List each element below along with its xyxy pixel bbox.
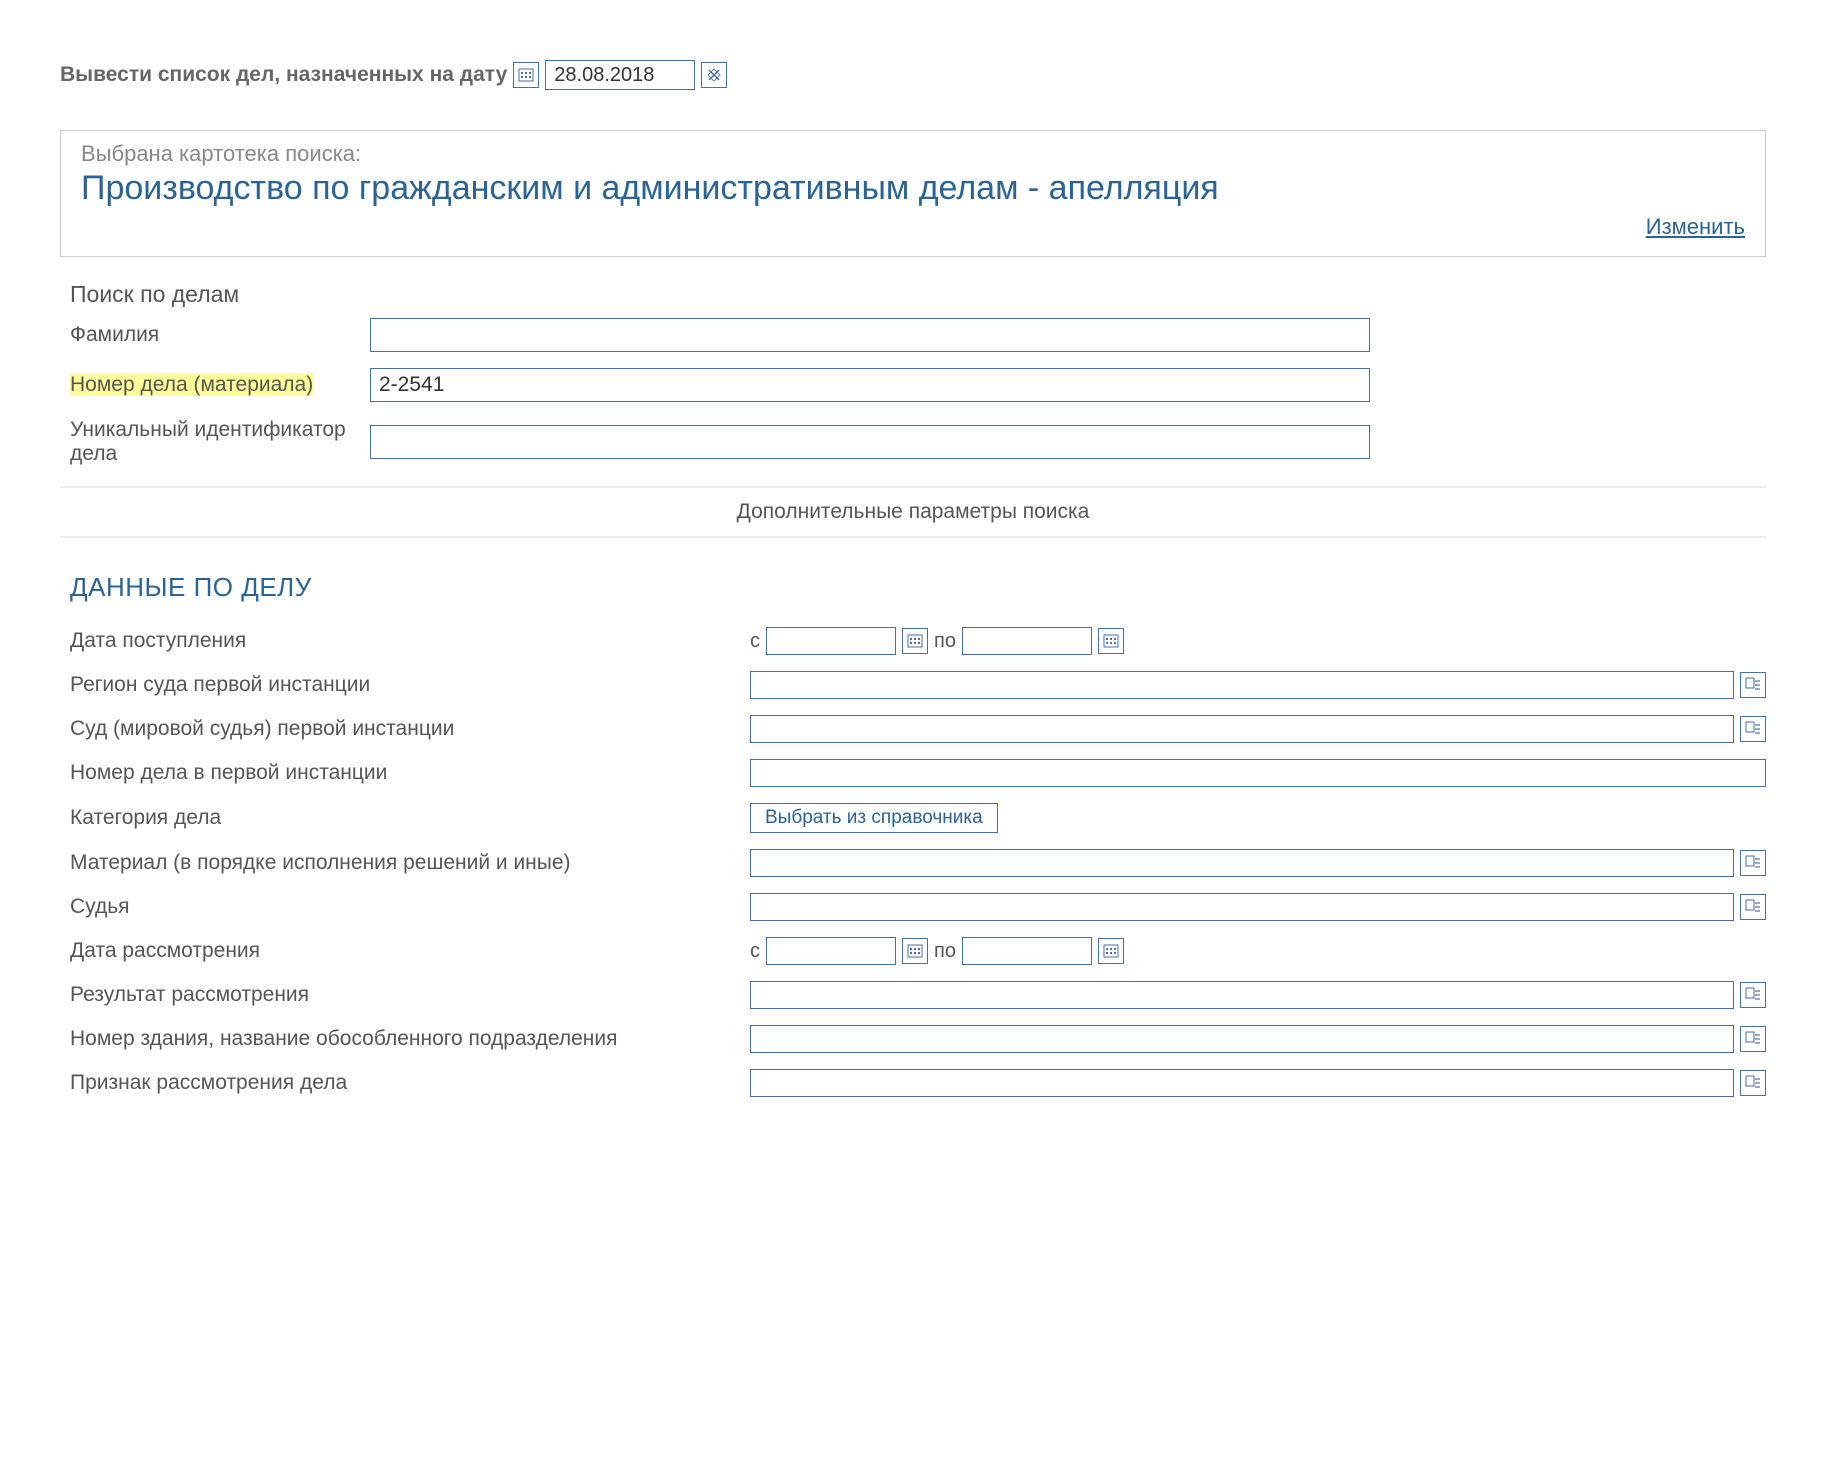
clear-date-icon[interactable]	[701, 62, 727, 88]
uid-label: Уникальный идентификатор дела	[70, 418, 370, 466]
list-date-input[interactable]	[545, 60, 695, 90]
judge-input[interactable]	[750, 893, 1734, 921]
first-instance-no-input[interactable]	[750, 759, 1766, 787]
judge-label: Судья	[70, 895, 750, 919]
hearing-flag-input[interactable]	[750, 1069, 1734, 1097]
result-label: Результат рассмотрения	[70, 983, 750, 1007]
card-title: Производство по гражданским и администра…	[81, 169, 1745, 208]
hearing-date-from-input[interactable]	[766, 937, 896, 965]
lookup-icon[interactable]	[1740, 982, 1766, 1008]
lookup-icon[interactable]	[1740, 894, 1766, 920]
region-label: Регион суда первой инстанции	[70, 673, 750, 697]
case-data-heading: ДАННЫЕ ПО ДЕЛУ	[60, 572, 1766, 603]
arrival-date-to-input[interactable]	[962, 627, 1092, 655]
extra-params-toggle[interactable]: Дополнительные параметры поиска	[60, 486, 1766, 538]
building-label: Номер здания, название обособленного под…	[70, 1027, 750, 1051]
court-label: Суд (мировой судья) первой инстанции	[70, 717, 750, 741]
lookup-icon[interactable]	[1740, 1070, 1766, 1096]
selected-card-index: Выбрана картотека поиска: Производство п…	[60, 130, 1766, 257]
case-number-label: Номер дела (материала)	[70, 373, 370, 397]
arrival-date-from-input[interactable]	[766, 627, 896, 655]
category-label: Категория дела	[70, 806, 750, 830]
lookup-icon[interactable]	[1740, 850, 1766, 876]
list-by-date-label: Вывести список дел, назначенных на дату	[60, 63, 507, 87]
choose-from-directory-button[interactable]: Выбрать из справочника	[750, 803, 998, 833]
calendar-icon[interactable]	[513, 62, 539, 88]
to-label: по	[934, 630, 956, 653]
lookup-icon[interactable]	[1740, 1026, 1766, 1052]
card-subheader: Выбрана картотека поиска:	[81, 141, 1745, 167]
calendar-icon[interactable]	[1098, 938, 1124, 964]
lookup-icon[interactable]	[1740, 716, 1766, 742]
uid-input[interactable]	[370, 425, 1370, 459]
material-label: Материал (в порядке исполнения решений и…	[70, 851, 750, 875]
surname-input[interactable]	[370, 318, 1370, 352]
hearing-flag-label: Признак рассмотрения дела	[70, 1071, 750, 1095]
search-header: Поиск по делам	[70, 281, 1766, 308]
calendar-icon[interactable]	[1098, 628, 1124, 654]
building-input[interactable]	[750, 1025, 1734, 1053]
to-label: по	[934, 940, 956, 963]
surname-label: Фамилия	[70, 323, 370, 347]
arrival-date-label: Дата поступления	[70, 629, 750, 653]
result-input[interactable]	[750, 981, 1734, 1009]
lookup-icon[interactable]	[1740, 672, 1766, 698]
case-number-input[interactable]	[370, 368, 1370, 402]
from-label: с	[750, 630, 760, 653]
hearing-date-to-input[interactable]	[962, 937, 1092, 965]
first-instance-no-label: Номер дела в первой инстанции	[70, 761, 750, 785]
calendar-icon[interactable]	[902, 628, 928, 654]
material-input[interactable]	[750, 849, 1734, 877]
region-input[interactable]	[750, 671, 1734, 699]
hearing-date-label: Дата рассмотрения	[70, 939, 750, 963]
calendar-icon[interactable]	[902, 938, 928, 964]
from-label: с	[750, 940, 760, 963]
change-link[interactable]: Изменить	[1646, 214, 1745, 239]
court-input[interactable]	[750, 715, 1734, 743]
